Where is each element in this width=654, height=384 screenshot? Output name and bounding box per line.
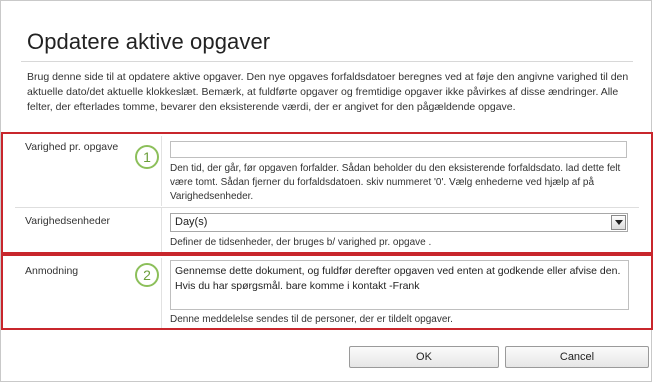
- duration-units-select[interactable]: Day(s): [170, 213, 628, 232]
- title-divider: [21, 61, 633, 62]
- duration-units-help-text: Definer de tidsenheder, der bruges b/ va…: [170, 237, 432, 248]
- update-active-tasks-dialog: Opdatere aktive opgaver Brug denne side …: [0, 0, 653, 382]
- column-divider: [161, 136, 162, 206]
- cancel-button[interactable]: Cancel: [505, 346, 649, 368]
- request-textarea[interactable]: Gennemse dette dokument, og fuldfør dere…: [170, 260, 629, 310]
- duration-units-selected-value: Day(s): [175, 216, 208, 228]
- duration-input[interactable]: [170, 141, 627, 158]
- request-help-text: Denne meddelelse sendes til de personer,…: [170, 314, 453, 325]
- duration-label: Varighed pr. opgave: [25, 141, 119, 153]
- callout-badge-1: 1: [135, 145, 159, 169]
- dropdown-arrow-icon[interactable]: [611, 215, 626, 230]
- ok-button[interactable]: OK: [349, 346, 499, 368]
- row-divider: [15, 207, 639, 208]
- column-divider: [161, 258, 162, 328]
- dialog-title: Opdatere aktive opgaver: [27, 29, 271, 54]
- callout-badge-2: 2: [135, 263, 159, 287]
- request-label: Anmodning: [25, 265, 79, 277]
- duration-help-text: Den tid, der går, før opgaven forfalder.…: [170, 163, 621, 202]
- duration-units-label: Varighedsenheder: [25, 215, 111, 227]
- column-divider: [161, 208, 162, 252]
- intro-text: Brug denne side til at opdatere aktive o…: [27, 71, 629, 113]
